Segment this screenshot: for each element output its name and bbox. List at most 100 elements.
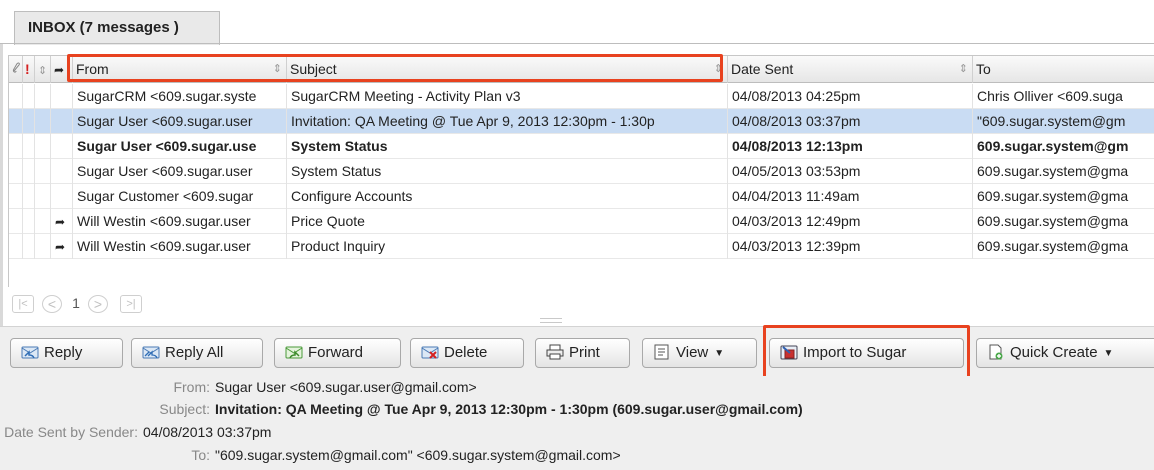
detail-date-value: 04/08/2013 03:37pm: [143, 424, 272, 440]
cell-to: 609.sugar.system@gma: [973, 234, 1154, 259]
print-label: Print: [569, 344, 600, 361]
col-importance[interactable]: !: [23, 56, 35, 83]
quick-create-button[interactable]: Quick Create ▼: [976, 338, 1154, 368]
detail-from-label: From:: [173, 379, 210, 395]
cell-date: 04/08/2013 12:13pm: [728, 134, 973, 159]
first-page-button[interactable]: |<: [12, 295, 34, 313]
view-label: View: [676, 344, 709, 361]
cell-importance: [23, 184, 35, 209]
detail-date-label: Date Sent by Sender:: [4, 424, 138, 440]
col-sort-arrows[interactable]: ⇕: [35, 56, 51, 83]
cell-status: [51, 84, 73, 109]
cell-attachment: [9, 184, 23, 209]
tab-inbox[interactable]: INBOX (7 messages ): [14, 11, 220, 45]
detail-to-label: To:: [191, 447, 210, 463]
cell-date: 04/08/2013 04:25pm: [728, 84, 973, 109]
col-to[interactable]: To: [973, 56, 1154, 83]
resize-grip[interactable]: [540, 318, 562, 323]
cell-from: Will Westin <609.sugar.user: [73, 234, 287, 259]
col-attachment[interactable]: [9, 56, 23, 83]
message-detail: From: Sugar User <609.sugar.user@gmail.c…: [0, 376, 1154, 470]
cell-subject: Configure Accounts: [287, 184, 728, 209]
cell-flag: [35, 184, 51, 209]
table-row[interactable]: ➦ Will Westin <609.sugar.user Price Quote 0…: [9, 209, 1154, 234]
cell-subject: System Status: [287, 159, 728, 184]
detail-date-row: Date Sent by Sender: 04/08/2013 03:37pm: [0, 421, 1154, 443]
cell-flag: [35, 159, 51, 184]
cell-from: Sugar User <609.sugar.user: [73, 159, 287, 184]
tab-strip: INBOX (7 messages ): [0, 0, 1154, 45]
reply-status-icon: ➦: [54, 63, 65, 77]
col-from-label: From: [76, 61, 109, 77]
detail-subject-value: Invitation: QA Meeting @ Tue Apr 9, 2013…: [215, 401, 803, 417]
reply-all-button[interactable]: Reply All: [131, 338, 263, 368]
cell-importance: [23, 109, 35, 134]
table-row[interactable]: Sugar User <609.sugar.use System Status 04…: [9, 134, 1154, 159]
view-button[interactable]: View ▼: [642, 338, 757, 368]
cell-subject: Invitation: QA Meeting @ Tue Apr 9, 2013…: [287, 109, 728, 134]
replied-arrow-icon: ➦: [55, 215, 66, 229]
reply-all-icon: [142, 342, 160, 359]
next-page-button[interactable]: >: [88, 295, 108, 313]
cell-date: 04/04/2013 11:49am: [728, 184, 973, 209]
sort-arrows-icon: ⇕: [713, 63, 723, 75]
table-row[interactable]: Sugar User <609.sugar.user Invitation: QA…: [9, 109, 1154, 134]
cell-attachment: [9, 109, 23, 134]
cell-from: Sugar User <609.sugar.user: [73, 109, 287, 134]
cell-importance: [23, 84, 35, 109]
cell-flag: [35, 209, 51, 234]
import-to-sugar-button[interactable]: Import to Sugar: [769, 338, 964, 368]
cell-status: [51, 109, 73, 134]
col-status[interactable]: ➦: [51, 56, 73, 83]
delete-button[interactable]: Delete: [410, 338, 524, 368]
print-button[interactable]: Print: [535, 338, 630, 368]
cell-to: Chris Olliver <609.suga: [973, 84, 1154, 109]
cell-from: Sugar Customer <609.sugar: [73, 184, 287, 209]
cell-from: Sugar User <609.sugar.use: [73, 134, 287, 159]
cell-status: [51, 159, 73, 184]
cell-subject: System Status: [287, 134, 728, 159]
last-page-button[interactable]: >|: [120, 295, 142, 313]
cell-status: [51, 184, 73, 209]
cell-date: 04/05/2013 03:53pm: [728, 159, 973, 184]
prev-page-button[interactable]: <: [42, 295, 62, 313]
reply-label: Reply: [44, 344, 83, 361]
reply-button[interactable]: Reply: [10, 338, 123, 368]
grid-header: ! ⇕ ➦ From ⇕ Subject ⇕ Date Sent ⇕ To: [9, 56, 1154, 83]
replied-arrow-icon: ➦: [55, 240, 66, 254]
toolbar: Reply Reply All Forward Delete Print Vie…: [0, 326, 1154, 376]
col-date-label: Date Sent: [731, 61, 794, 77]
paperclip-icon: [12, 61, 21, 77]
printer-icon: [546, 342, 564, 360]
cell-date: 04/03/2013 12:49pm: [728, 209, 973, 234]
cell-from: Will Westin <609.sugar.user: [73, 209, 287, 234]
cell-flag: [35, 234, 51, 259]
col-from[interactable]: From ⇕: [73, 56, 287, 83]
delete-label: Delete: [444, 344, 488, 361]
table-row[interactable]: Sugar Customer <609.sugar Configure Accou…: [9, 184, 1154, 209]
cell-status: ➦: [51, 234, 73, 259]
sort-arrows-icon: ⇕: [272, 63, 282, 75]
import-icon: [780, 342, 798, 360]
col-subject-label: Subject: [290, 61, 337, 77]
cell-attachment: [9, 234, 23, 259]
table-row[interactable]: ➦ Will Westin <609.sugar.user Product Inqu…: [9, 234, 1154, 259]
forward-button[interactable]: Forward: [274, 338, 401, 368]
cell-subject: Product Inquiry: [287, 234, 728, 259]
detail-subject-label: Subject:: [159, 401, 210, 417]
col-subject[interactable]: Subject ⇕: [287, 56, 728, 83]
col-date-sent[interactable]: Date Sent ⇕: [728, 56, 973, 83]
detail-to-row: To: "609.sugar.system@gmail.com" <609.su…: [0, 444, 1154, 466]
cell-importance: [23, 234, 35, 259]
table-row[interactable]: SugarCRM <609.sugar.syste SugarCRM Meetin…: [9, 84, 1154, 109]
tab-divider: [0, 43, 1154, 44]
cell-to: "609.sugar.system@gm: [973, 109, 1154, 134]
col-to-label: To: [976, 61, 991, 77]
table-row[interactable]: Sugar User <609.sugar.user System Status 0…: [9, 159, 1154, 184]
cell-from: SugarCRM <609.sugar.syste: [73, 84, 287, 109]
sort-arrows-icon: ⇕: [38, 65, 48, 77]
sort-arrows-icon: ⇕: [958, 63, 968, 75]
cell-flag: [35, 134, 51, 159]
cell-status: [51, 134, 73, 159]
reply-all-label: Reply All: [165, 344, 224, 361]
